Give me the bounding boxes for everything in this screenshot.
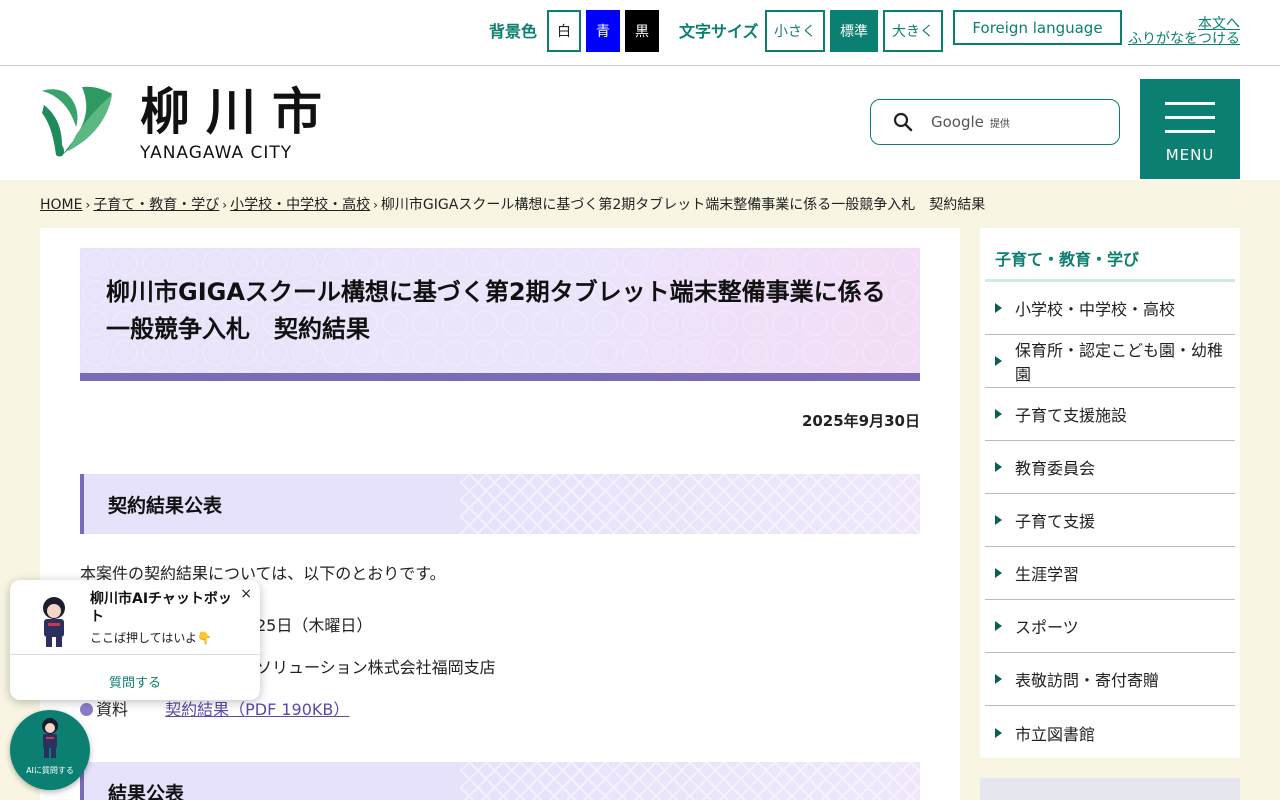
- site-header: 柳川市 YANAGAWA CITY Google 提供 MENU: [0, 66, 1280, 180]
- ask-question-button[interactable]: 質問する: [10, 672, 260, 691]
- ai-chat-launcher-button[interactable]: AIに質問する: [10, 710, 90, 790]
- triangle-right-icon: [995, 674, 1002, 684]
- yanagawa-emblem-icon: [42, 86, 112, 157]
- page-title: 柳川市GIGAスクール構想に基づく第2期タブレット端末整備事業に係る 一般競争入…: [106, 274, 894, 348]
- utility-links: 本文へ ふりがなをつける: [1128, 17, 1240, 47]
- sidebar-item-nursery[interactable]: 保育所・認定こども園・幼稚園: [985, 335, 1235, 388]
- triangle-right-icon: [995, 356, 1002, 366]
- triangle-right-icon: [995, 727, 1002, 738]
- search-icon[interactable]: [893, 112, 913, 132]
- furigana-link[interactable]: ふりがなをつける: [1128, 32, 1240, 47]
- bullet-icon: [80, 703, 93, 716]
- section-heading-contract-results: 契約結果公表: [80, 474, 920, 534]
- chat-title: 柳川市AIチャットボット: [90, 591, 232, 625]
- section-heading-text: 契約結果公表: [108, 494, 223, 517]
- bg-black-button[interactable]: 黒: [625, 10, 659, 52]
- heading-pattern: [460, 762, 920, 800]
- sidebar-item-childcare-facilities[interactable]: 子育て支援施設: [985, 388, 1235, 441]
- contractor-text: ソリューション株式会社福岡支店: [256, 658, 496, 677]
- sidebar-item-label: 小学校・中学校・高校: [1015, 300, 1176, 319]
- triangle-right-icon: [995, 409, 1002, 419]
- chat-subtitle: ここば押してはいよ👇: [90, 631, 213, 645]
- site-logo[interactable]: 柳川市 YANAGAWA CITY: [40, 85, 338, 163]
- triangle-right-icon: [995, 621, 1002, 631]
- ai-chat-popup[interactable]: 柳川市AIチャットボット ここば押してはいよ👇 × 質問する: [10, 580, 260, 700]
- sidebar-next-block: [980, 778, 1240, 800]
- sidebar-item-childcare-support[interactable]: 子育て支援: [985, 494, 1235, 547]
- sidebar-item-label: 子育て支援施設: [1015, 406, 1128, 425]
- breadcrumb-childcare-link[interactable]: 子育て・教育・学び: [93, 197, 219, 213]
- page-title-line-2: 一般競争入札 契約結果: [106, 315, 370, 343]
- sidebar-item-label: 生涯学習: [1015, 565, 1080, 584]
- search-provided-label: 提供: [989, 118, 1010, 130]
- sidebar-title[interactable]: 子育て・教育・学び: [985, 228, 1235, 282]
- hamburger-icon-bar: [1165, 116, 1215, 119]
- font-size-label: 文字サイズ: [679, 22, 759, 41]
- breadcrumb-separator: ›: [222, 198, 228, 212]
- mascot-avatar-icon: [43, 597, 65, 647]
- hamburger-icon-bar: [1165, 130, 1215, 133]
- google-brand-label: Google: [931, 113, 984, 131]
- triangle-right-icon: [995, 568, 1002, 578]
- section-heading-text: 結果公表: [108, 782, 185, 800]
- section-heading-results: 結果公表: [80, 762, 920, 800]
- site-search-input[interactable]: Google 提供: [870, 99, 1120, 145]
- menu-label: MENU: [1165, 146, 1215, 164]
- sidebar-item-courtesy-visits[interactable]: 表敬訪問・寄付寄贈: [985, 653, 1235, 706]
- breadcrumb-home-link[interactable]: HOME: [40, 197, 82, 213]
- breadcrumb-separator: ›: [85, 198, 91, 212]
- breadcrumb-schools-link[interactable]: 小学校・中学校・高校: [230, 197, 370, 213]
- close-icon[interactable]: ×: [240, 586, 252, 602]
- breadcrumb-current: 柳川市GIGAスクール構想に基づく第2期タブレット端末整備事業に係る一般競争入札…: [380, 197, 986, 213]
- sidebar-item-label: 表敬訪問・寄付寄贈: [1015, 671, 1160, 690]
- breadcrumb: HOME › 子育て・教育・学び › 小学校・中学校・高校 › 柳川市GIGAスクール構想に…: [40, 194, 985, 214]
- page-title-banner: 柳川市GIGAスクール構想に基づく第2期タブレット端末整備事業に係る 一般競争入…: [80, 248, 920, 381]
- skip-to-content-link[interactable]: 本文へ: [1128, 17, 1240, 32]
- mascot-icon: [42, 718, 58, 758]
- breadcrumb-separator: ›: [373, 198, 378, 212]
- sidebar-item-label: 子育て支援: [1015, 512, 1096, 531]
- article-content: 柳川市GIGAスクール構想に基づく第2期タブレット端末整備事業に係る 一般競争入…: [40, 228, 960, 800]
- contract-date-text: 25日（木曜日）: [256, 616, 373, 635]
- logo-roman-name: YANAGAWA CITY: [140, 143, 293, 163]
- menu-button[interactable]: MENU: [1140, 79, 1240, 179]
- hamburger-icon: [1165, 102, 1215, 105]
- sidebar-item-label: 教育委員会: [1015, 459, 1096, 478]
- publish-date: 2025年9月30日: [801, 412, 920, 430]
- chat-divider: [10, 654, 260, 655]
- foreign-language-button[interactable]: Foreign language: [953, 10, 1122, 45]
- font-small-button[interactable]: 小さく: [765, 10, 825, 52]
- sidebar-item-label: 保育所・認定こども園・幼稚園: [1015, 341, 1224, 384]
- sidebar-nav: 子育て・教育・学び 小学校・中学校・高校 保育所・認定こども園・幼稚園 子育て支…: [980, 228, 1240, 758]
- triangle-right-icon: [995, 303, 1002, 313]
- heading-pattern: [460, 474, 920, 534]
- page-title-line-1: 柳川市GIGAスクール構想に基づく第2期タブレット端末整備事業に係る: [106, 278, 886, 306]
- sidebar-item-label: 市立図書館: [1015, 724, 1096, 744]
- triangle-right-icon: [995, 462, 1002, 472]
- logo-kanji-name: 柳川市: [140, 82, 338, 141]
- triangle-right-icon: [995, 515, 1002, 525]
- background-color-label: 背景色: [489, 22, 538, 41]
- sidebar-item-library[interactable]: 市立図書館: [985, 706, 1235, 759]
- bg-blue-button[interactable]: 青: [586, 10, 620, 52]
- utility-bar: 背景色 白 青 黒 文字サイズ 小さく 標準 大きく Foreign langu…: [0, 0, 1280, 66]
- font-large-button[interactable]: 大きく: [883, 10, 943, 52]
- bg-white-button[interactable]: 白: [547, 10, 581, 52]
- sidebar-item-board-of-education[interactable]: 教育委員会: [985, 441, 1235, 494]
- chat-launcher-label: AIに質問する: [26, 766, 74, 775]
- sidebar-item-sports[interactable]: スポーツ: [985, 600, 1235, 653]
- sidebar-item-lifelong-learning[interactable]: 生涯学習: [985, 547, 1235, 600]
- contract-result-pdf-link[interactable]: 契約結果（PDF 190KB）: [165, 700, 349, 719]
- sidebar-item-label: スポーツ: [1015, 618, 1079, 637]
- material-label: 資料: [96, 700, 129, 719]
- font-standard-button[interactable]: 標準: [830, 10, 878, 52]
- sidebar-item-schools[interactable]: 小学校・中学校・高校: [985, 282, 1235, 335]
